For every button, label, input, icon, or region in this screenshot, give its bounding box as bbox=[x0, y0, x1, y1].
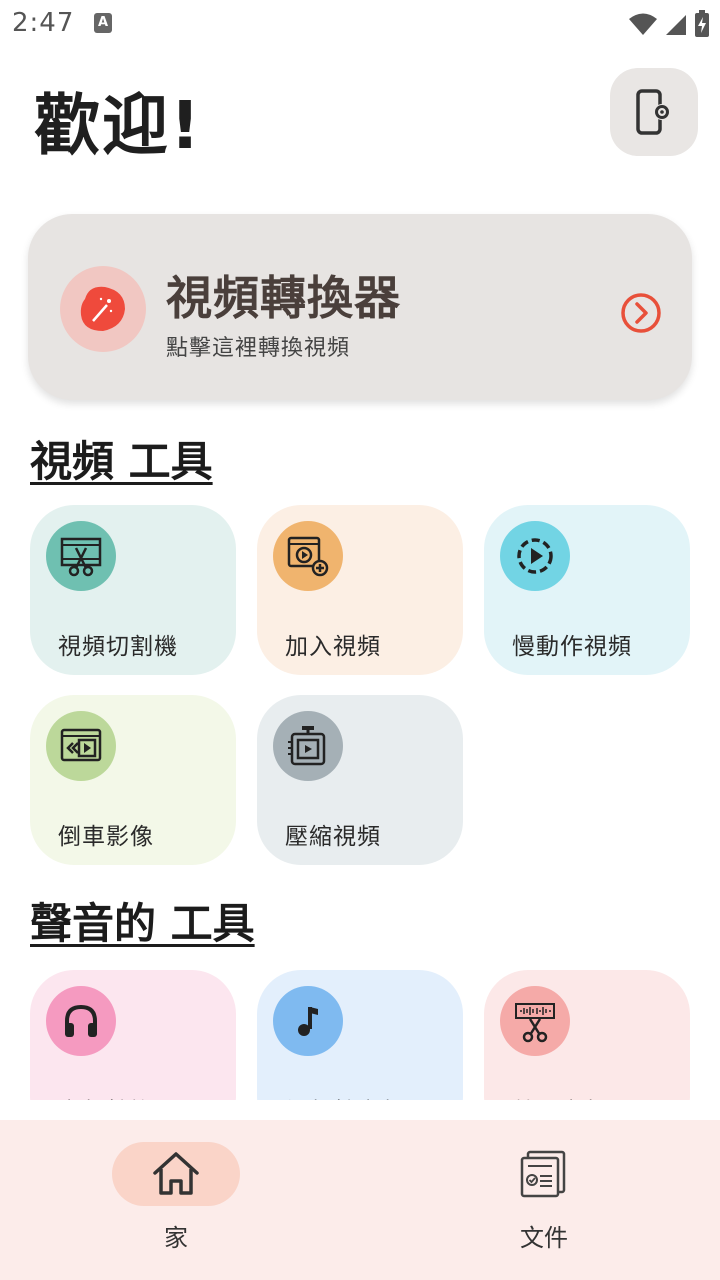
nav-label-files: 文件 bbox=[520, 1224, 568, 1252]
tile-icon-badge bbox=[500, 521, 570, 591]
tile-label: 加入視頻 bbox=[285, 634, 381, 660]
home-icon bbox=[153, 1152, 199, 1195]
nav-item-home[interactable]: 家 bbox=[0, 1120, 360, 1280]
tile-icon-badge bbox=[273, 986, 343, 1056]
video-converter-card[interactable]: 視頻轉換器 點擊這裡轉換視頻 bbox=[28, 214, 692, 400]
tile-icon-badge bbox=[273, 711, 343, 781]
tool-cut-audio[interactable]: 剪切音頻 bbox=[484, 970, 690, 1100]
audio-scissors-icon bbox=[515, 1003, 555, 1043]
converter-subtitle: 點擊這裡轉換視頻 bbox=[166, 336, 351, 361]
battery-icon bbox=[695, 10, 709, 37]
tile-icon-badge bbox=[46, 521, 116, 591]
nav-active-indicator bbox=[112, 1142, 240, 1206]
tile-label: 剪切音頻 bbox=[512, 1092, 608, 1100]
converter-icon-badge bbox=[60, 266, 146, 352]
tool-audio-converter[interactable]: 音頻轉換器 bbox=[30, 970, 236, 1100]
tile-icon-badge bbox=[46, 986, 116, 1056]
tool-video-to-audio[interactable]: 視頻轉音頻 bbox=[257, 970, 463, 1100]
phone-settings-icon bbox=[636, 89, 670, 135]
headphones-icon bbox=[65, 1004, 97, 1037]
audio-tools-heading: 聲音的 工具 bbox=[30, 899, 255, 948]
tile-label: 音頻轉換器 bbox=[58, 1092, 178, 1100]
files-icon bbox=[520, 1150, 566, 1198]
wifi-icon bbox=[629, 13, 657, 35]
magic-wand-icon bbox=[80, 286, 125, 331]
status-time: 2:47 bbox=[12, 8, 75, 38]
slow-motion-icon bbox=[517, 538, 553, 574]
bottom-navigation: 家 文件 bbox=[0, 1120, 720, 1280]
tile-label: 壓縮視頻 bbox=[285, 824, 381, 850]
notification-icon: A bbox=[94, 13, 112, 33]
tile-label: 視頻切割機 bbox=[58, 634, 178, 660]
converter-title: 視頻轉換器 bbox=[166, 271, 401, 325]
tool-join-video[interactable]: 加入視頻 bbox=[257, 505, 463, 675]
tool-reverse-video[interactable]: 倒車影像 bbox=[30, 695, 236, 865]
page-title: 歡迎! bbox=[34, 87, 203, 164]
tile-label: 視頻轉音頻 bbox=[285, 1092, 405, 1100]
tool-slow-motion[interactable]: 慢動作視頻 bbox=[484, 505, 690, 675]
tile-icon-badge bbox=[46, 711, 116, 781]
compress-video-icon bbox=[288, 726, 326, 766]
tile-icon-badge bbox=[273, 521, 343, 591]
nav-label-home: 家 bbox=[164, 1224, 188, 1252]
cell-signal-icon bbox=[666, 15, 686, 35]
tile-icon-badge bbox=[500, 986, 570, 1056]
tool-compress-video[interactable]: 壓縮視頻 bbox=[257, 695, 463, 865]
chevron-right-icon bbox=[621, 293, 661, 333]
tool-video-cutter[interactable]: 視頻切割機 bbox=[30, 505, 236, 675]
nav-item-files[interactable]: 文件 bbox=[360, 1120, 720, 1280]
music-note-icon bbox=[298, 1007, 318, 1036]
rewind-video-icon bbox=[60, 728, 102, 762]
film-scissors-icon bbox=[60, 537, 102, 577]
video-add-icon bbox=[287, 536, 329, 577]
audio-tools-scroll-area[interactable]: 音頻轉換器 視頻轉音頻 剪切音頻 bbox=[0, 960, 720, 1100]
tile-label: 慢動作視頻 bbox=[512, 634, 632, 660]
tile-label: 倒車影像 bbox=[58, 824, 154, 850]
device-settings-button[interactable] bbox=[610, 68, 698, 156]
status-bar: 2:47 A bbox=[0, 0, 720, 50]
video-tools-heading: 視頻 工具 bbox=[30, 437, 213, 486]
